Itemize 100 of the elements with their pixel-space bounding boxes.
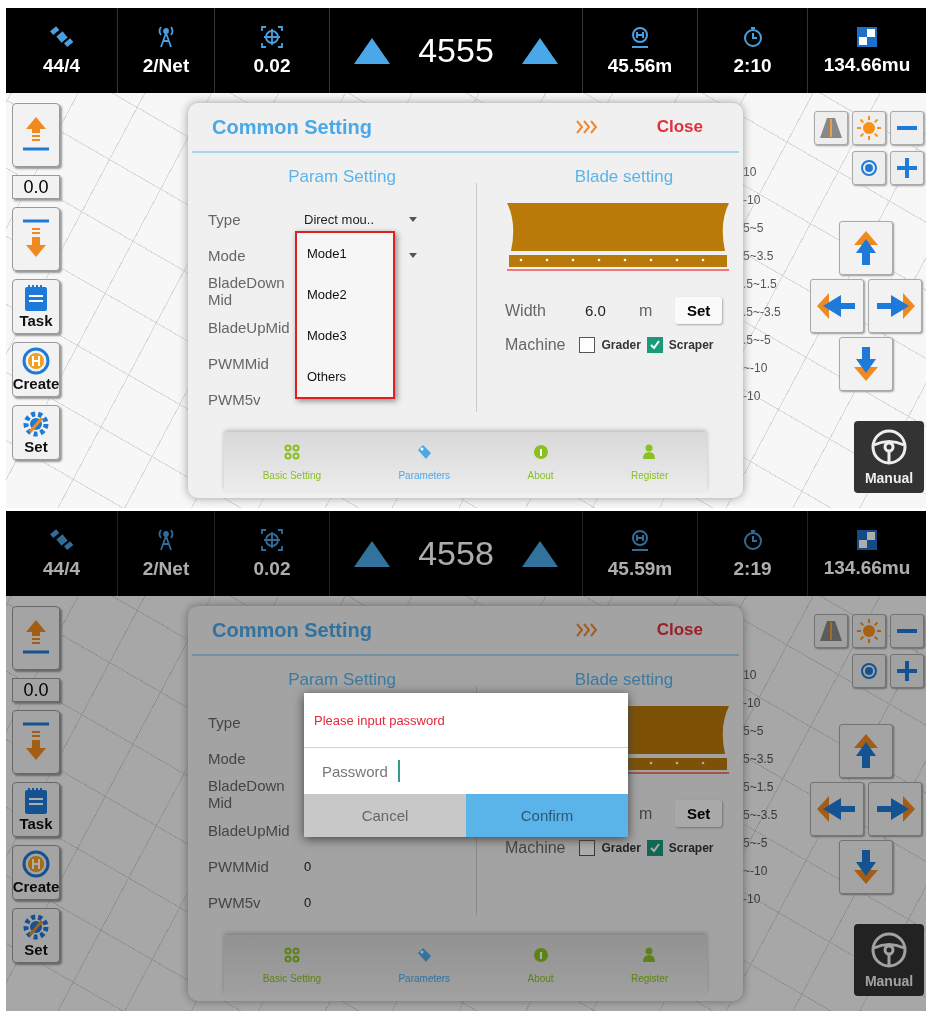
- machine-label: Machine: [505, 336, 566, 354]
- checkbox-label: Scraper: [668, 338, 714, 352]
- param-label: BladeUpMid: [208, 821, 291, 839]
- checkbox-label: Grader: [601, 338, 641, 352]
- move-up-button[interactable]: [839, 724, 893, 778]
- zoom-out-button[interactable]: [890, 614, 924, 648]
- legend-label: 5~-3.5: [743, 808, 779, 822]
- tag-icon: [416, 443, 433, 460]
- toolbar-button[interactable]: Set: [12, 908, 60, 963]
- set-button[interactable]: Set: [675, 800, 723, 827]
- legend-label: 5~1.5: [743, 780, 775, 794]
- satellite-icon: [48, 24, 75, 49]
- toolbar-button[interactable]: Create: [12, 342, 60, 397]
- chevrons-icon[interactable]: [574, 119, 599, 135]
- legend-label: 5~5: [743, 221, 765, 235]
- brightness-button[interactable]: [852, 614, 886, 648]
- unit-label: m: [639, 804, 653, 822]
- cancel-button[interactable]: Cancel: [304, 794, 466, 837]
- down-arrow-icon: [854, 850, 878, 884]
- dropdown-option[interactable]: Mode1: [307, 246, 383, 261]
- locate-button[interactable]: [852, 654, 886, 688]
- set-button[interactable]: Set: [675, 297, 723, 324]
- elevation-value: 4555: [418, 31, 494, 70]
- close-button[interactable]: Close: [650, 116, 709, 138]
- move-right-button[interactable]: [868, 279, 922, 333]
- lower-blade-button[interactable]: [12, 207, 60, 271]
- sun-icon: [856, 115, 882, 141]
- road-button[interactable]: [814, 614, 848, 648]
- param-label: BladeDown Mid: [208, 274, 286, 308]
- zoom-out-button[interactable]: [890, 111, 924, 145]
- param-value: 0: [304, 894, 313, 910]
- caret-icon[interactable]: [409, 216, 417, 222]
- locate-button[interactable]: [852, 151, 886, 185]
- param-label: Mode: [208, 246, 247, 264]
- param-value[interactable]: Direct mou..: [304, 211, 409, 227]
- toolbar-button[interactable]: Task: [12, 279, 60, 334]
- zoom-in-button[interactable]: [890, 151, 924, 185]
- legend-label: 10: [743, 165, 758, 179]
- road-button[interactable]: [814, 111, 848, 145]
- param-label: Type: [208, 210, 242, 228]
- steering-wheel-icon: [870, 428, 908, 466]
- raise-blade-button[interactable]: [12, 606, 60, 670]
- toolbar-button[interactable]: Create: [12, 845, 60, 900]
- raise-blade-button[interactable]: [12, 103, 60, 167]
- param-label: Type: [208, 713, 242, 731]
- legend-label: 10: [743, 668, 758, 682]
- dropdown-option[interactable]: Mode3: [307, 328, 383, 343]
- section-title: Blade setting: [573, 167, 675, 187]
- h-badge-icon: [22, 347, 50, 375]
- move-up-button[interactable]: [839, 221, 893, 275]
- h-badge-icon: [22, 850, 50, 878]
- checkbox[interactable]: [646, 840, 663, 856]
- sun-icon: [856, 618, 882, 644]
- move-down-button[interactable]: [839, 840, 893, 894]
- param-label: PWM5v: [208, 893, 262, 911]
- param-value: 0: [304, 858, 313, 874]
- legend-label: ~-10: [743, 864, 769, 878]
- offset-value: 0.0: [12, 175, 60, 199]
- elevation-value: 4558: [418, 534, 494, 573]
- move-down-button[interactable]: [839, 337, 893, 391]
- toolbar-button[interactable]: Task: [12, 782, 60, 837]
- checkbox[interactable]: [579, 337, 596, 353]
- chevrons-icon[interactable]: [574, 622, 599, 638]
- status-value: 134.66mu: [823, 53, 911, 76]
- locate-icon: [858, 157, 880, 179]
- manual-button[interactable]: Manual: [854, 421, 924, 493]
- down-arrow-icon: [854, 347, 878, 381]
- status-value: 0.02: [253, 54, 291, 77]
- notepad-icon: [23, 284, 49, 312]
- status-value: 45.59m: [607, 557, 673, 580]
- dropdown-option[interactable]: Mode2: [307, 287, 383, 302]
- status-value: 0.02: [253, 557, 291, 580]
- param-label: PWM5v: [208, 390, 262, 408]
- status-value: 2:19: [733, 557, 772, 580]
- move-left-button[interactable]: [810, 279, 864, 333]
- right-arrow-icon: [875, 293, 915, 319]
- dropdown-option[interactable]: Others: [307, 369, 383, 384]
- checkbox[interactable]: [579, 840, 596, 856]
- status-value: 2:10: [733, 54, 772, 77]
- move-right-button[interactable]: [868, 782, 922, 836]
- checkbox[interactable]: [646, 337, 663, 353]
- info-icon: [532, 443, 549, 460]
- tag-icon: [416, 946, 433, 963]
- lower-blade-button[interactable]: [12, 710, 60, 774]
- checkbox-label: Scraper: [668, 841, 714, 855]
- gear-wrench-icon: [22, 913, 50, 941]
- move-left-button[interactable]: [810, 782, 864, 836]
- zoom-in-button[interactable]: [890, 654, 924, 688]
- status-value: 2/Net: [142, 54, 190, 77]
- status-value: 44/4: [43, 54, 80, 77]
- width-label: Width: [505, 301, 546, 319]
- grid-icon: [283, 443, 300, 460]
- manual-button[interactable]: Manual: [854, 924, 924, 996]
- legend-label: -10: [743, 696, 762, 710]
- caret-icon[interactable]: [409, 252, 417, 258]
- toolbar-button[interactable]: Set: [12, 405, 60, 460]
- legend-label: ~-10: [743, 361, 769, 375]
- brightness-button[interactable]: [852, 111, 886, 145]
- param-label: BladeUpMid: [208, 318, 291, 336]
- left-arrow-icon: [817, 796, 857, 822]
